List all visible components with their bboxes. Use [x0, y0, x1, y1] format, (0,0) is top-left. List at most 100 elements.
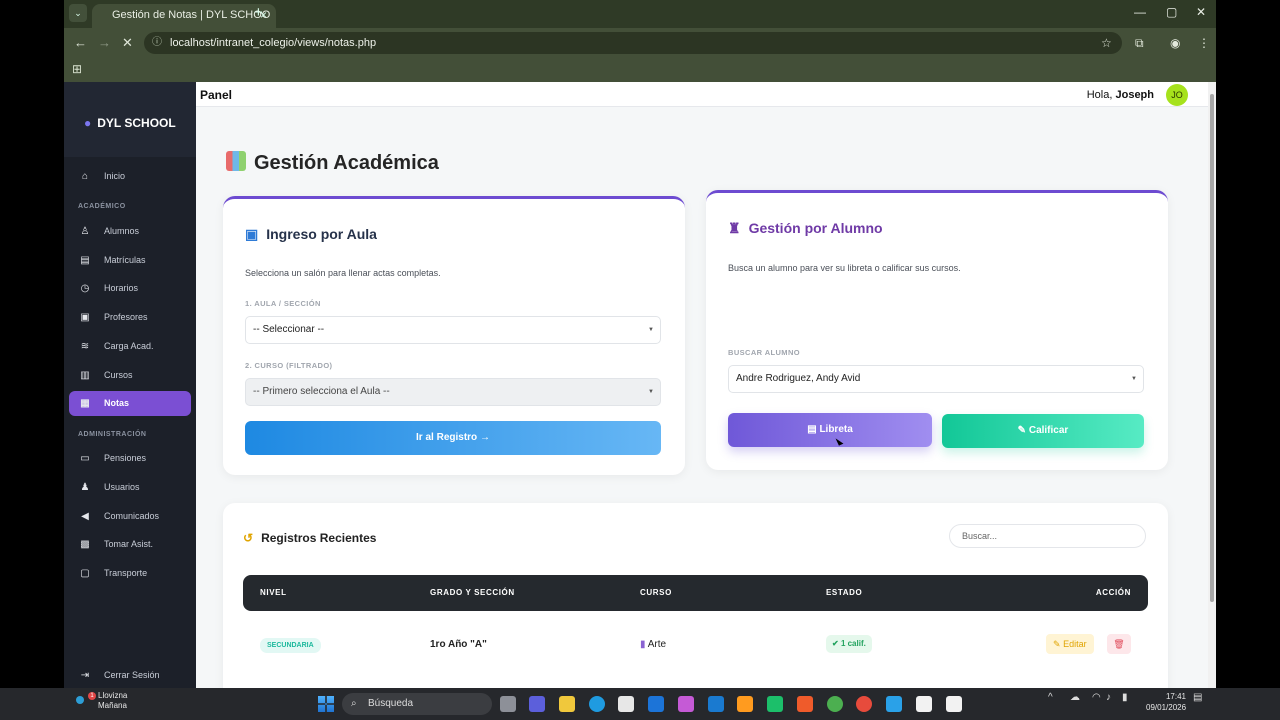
curso-cell: ▮ Arte [640, 639, 666, 650]
bookmark-star-icon[interactable]: ☆ [1101, 36, 1112, 50]
sidebar-item-carga-acad[interactable]: ≋ Carga Acad. [69, 334, 191, 359]
extensions-icon[interactable]: ⧉ [1135, 36, 1144, 51]
sidebar-item-pensiones[interactable]: ▭ Pensiones [69, 446, 191, 471]
buscar-alumno-label: BUSCAR ALUMNO [728, 348, 801, 357]
megaphone-icon: ◀ [81, 511, 89, 522]
mail-icon[interactable] [708, 696, 724, 712]
logout-button[interactable]: ⇥ Cerrar Sesión [69, 663, 191, 688]
sidebar-item-label: Notas [104, 398, 130, 408]
sidebar-item-alumnos[interactable]: ♙ Alumnos [69, 219, 191, 244]
aula-select-value: -- Seleccionar -- [253, 324, 325, 335]
alumno-card-description: Busca un alumno para ver su libreta o ca… [728, 263, 961, 273]
delete-button[interactable]: 🗑 [1107, 634, 1131, 654]
weather-line-1: Llovizna [98, 691, 128, 700]
bar-chart-icon [226, 151, 246, 171]
task-view-icon[interactable] [500, 696, 516, 712]
active-tab[interactable]: Gestión de Notas | DYL SCHOO × [92, 4, 276, 28]
forward-arrow-icon[interactable]: → [98, 35, 111, 50]
capcut-icon[interactable] [916, 696, 932, 712]
new-tab-button[interactable]: + [254, 4, 263, 21]
clock[interactable]: 17:41 09/01/2026 [1146, 691, 1186, 713]
school-logo-icon: ● [84, 116, 92, 130]
profile-icon[interactable]: ◉ [1170, 36, 1180, 50]
chevron-down-icon: ▼ [1131, 376, 1137, 382]
store-icon[interactable] [618, 696, 634, 712]
close-window-button[interactable]: ✕ [1196, 5, 1206, 19]
sidebar: ● DYL SCHOOL ⌂ Inicio ACADÉMICO ♙ Alumnos ▤… [64, 82, 196, 688]
chevron-down-icon: ▼ [648, 327, 654, 333]
sidebar-item-comunicados[interactable]: ◀ Comunicados [69, 504, 191, 529]
copilot-icon[interactable] [678, 696, 694, 712]
windows-start-icon[interactable] [318, 696, 334, 712]
chrome-profile-icon[interactable] [856, 696, 872, 712]
scrollbar-thumb[interactable] [1210, 94, 1214, 602]
aula-select[interactable]: -- Seleccionar -- ▼ [245, 316, 661, 344]
brand-name: DYL SCHOOL [97, 116, 176, 130]
tab-bar: ⌄ Gestión de Notas | DYL SCHOO × + — ▢ ✕ [64, 0, 1216, 28]
wifi-icon[interactable]: ◠ [1092, 692, 1101, 703]
minimize-button[interactable]: — [1134, 5, 1146, 19]
libreta-button[interactable]: ▤ Libreta [728, 413, 932, 447]
edge-icon[interactable] [589, 696, 605, 712]
sidebar-item-label: Comunicados [104, 511, 160, 521]
sidebar-item-label: Pensiones [104, 453, 147, 463]
calificar-button[interactable]: ✎ Calificar [942, 414, 1144, 448]
alumno-select-value: Andre Rodriguez, Andy Avid [736, 373, 861, 384]
edit-button[interactable]: ✎ Editar [1046, 634, 1094, 654]
onedrive-icon[interactable]: ☁ [1070, 692, 1080, 703]
address-bar[interactable]: ⓘ localhost/intranet_colegio/views/notas… [144, 32, 1122, 54]
ir-al-registro-button[interactable]: Ir al Registro → [245, 421, 661, 455]
sidebar-item-cursos[interactable]: ▥ Cursos [69, 363, 191, 388]
sidebar-item-tomar-asist[interactable]: ▩ Tomar Asist. [69, 532, 191, 557]
notepad-icon[interactable] [886, 696, 902, 712]
book-icon: ▮ [640, 639, 646, 650]
alumno-select[interactable]: Andre Rodriguez, Andy Avid ▼ [728, 365, 1144, 393]
visual-studio-code-icon[interactable] [648, 696, 664, 712]
weather-icon[interactable] [76, 696, 84, 704]
tab-search-button[interactable]: ⌄ [69, 4, 87, 22]
apps-grid-icon[interactable]: ⊞ [72, 62, 82, 76]
browser-toolbar: ← → ✕ ⓘ localhost/intranet_colegio/views… [64, 28, 1216, 58]
browser-menu-icon[interactable]: ⋮ [1198, 36, 1210, 50]
sidebar-item-inicio[interactable]: ⌂ Inicio [69, 164, 191, 189]
sidebar-item-label: Matrículas [104, 255, 146, 265]
stop-loading-icon[interactable]: ✕ [122, 35, 133, 51]
chrome-icon[interactable] [827, 696, 843, 712]
ir-al-registro-label: Ir al Registro [416, 432, 478, 443]
panel-title: Panel [200, 88, 233, 102]
file-explorer-icon[interactable] [559, 696, 575, 712]
teams-icon[interactable] [529, 696, 545, 712]
weather-line-2: Mañana [98, 701, 127, 710]
avatar[interactable]: JO [1166, 84, 1188, 106]
sidebar-item-usuarios[interactable]: ♟ Usuarios [69, 475, 191, 500]
chevron-down-icon: ▼ [648, 389, 654, 395]
sidebar-item-transporte[interactable]: ▢ Transporte [69, 561, 191, 586]
tray-overflow-icon[interactable]: ^ [1048, 692, 1053, 703]
sidebar-item-profesores[interactable]: ▣ Profesores [69, 305, 191, 330]
xampp-icon[interactable] [797, 696, 813, 712]
column-header-estado: ESTADO [826, 588, 863, 597]
notifications-icon[interactable]: ▤ [1193, 692, 1202, 703]
site-info-icon[interactable]: ⓘ [152, 32, 162, 54]
capcut-alt-icon[interactable] [946, 696, 962, 712]
sidebar-item-notas[interactable]: ▦ Notas [69, 391, 191, 416]
back-arrow-icon[interactable]: ← [74, 35, 87, 50]
battery-icon[interactable]: ▮ [1122, 692, 1128, 703]
money-icon: ▭ [80, 453, 90, 464]
sidebar-item-matriculas[interactable]: ▤ Matrículas [69, 248, 191, 273]
maximize-button[interactable]: ▢ [1166, 5, 1177, 19]
weather-widget[interactable]: Llovizna Mañana [98, 691, 127, 711]
notification-badge: 1 [88, 692, 96, 700]
volume-icon[interactable]: ♪ [1106, 692, 1111, 703]
sidebar-item-horarios[interactable]: ◷ Horarios [69, 276, 191, 301]
taskbar-search[interactable]: ⌕ Búsqueda [342, 693, 492, 715]
records-search-input[interactable]: Buscar... [949, 524, 1146, 548]
bus-icon: ▢ [80, 568, 90, 579]
page-scrollbar[interactable] [1208, 82, 1216, 688]
notepad-plus-icon[interactable] [767, 696, 783, 712]
pencil-icon: ✎ [1053, 639, 1061, 649]
libreta-label: Libreta [819, 424, 853, 435]
alumno-card: ♜ Gestión por Alumno Busca un alumno para… [706, 190, 1168, 470]
sublime-text-icon[interactable] [737, 696, 753, 712]
curso-select[interactable]: -- Primero selecciona el Aula -- ▼ [245, 378, 661, 406]
